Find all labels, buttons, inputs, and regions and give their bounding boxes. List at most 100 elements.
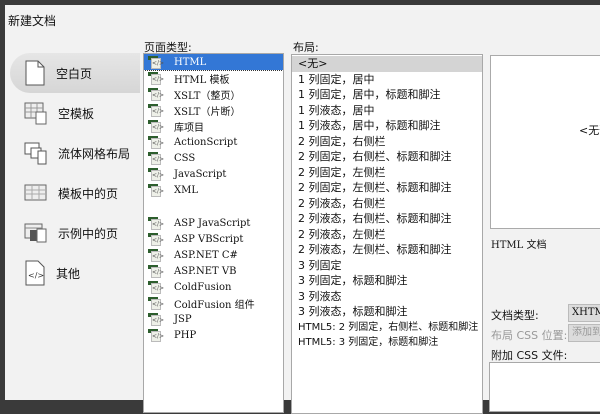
template-page-icon: [24, 184, 47, 201]
page-type-item[interactable]: </> XSLT（片断）: [144, 102, 283, 118]
document-type-icon: </>: [148, 312, 164, 326]
preview-text: <无预览>: [579, 124, 600, 137]
layout-item[interactable]: 2 列液态，左侧栏、标题和脚注: [292, 242, 482, 258]
page-type-item[interactable]: </> ColdFusion 组件: [144, 295, 283, 311]
page-type-item[interactable]: </> CSS: [144, 150, 283, 166]
page-type-label: XSLT（片断）: [174, 106, 241, 118]
page-type-label: HTML: [174, 56, 207, 68]
page-type-item[interactable]: </> XSLT（整页）: [144, 86, 283, 102]
page-type-label: ASP VBScript: [174, 233, 244, 245]
document-type-icon: </>: [148, 183, 164, 197]
category-label: 示例中的页: [58, 226, 119, 241]
page-type-label: JSP: [174, 313, 192, 325]
layout-item[interactable]: 3 列固定，标题和脚注: [292, 273, 482, 289]
page-type-item[interactable]: </> ASP JavaScript: [144, 215, 283, 231]
page-type-label: ASP JavaScript: [174, 217, 251, 229]
page-type-label: XSLT（整页）: [174, 90, 241, 102]
blank-page-icon: [25, 60, 45, 86]
document-type-icon: </>: [148, 264, 164, 278]
layout-item[interactable]: HTML5: 3 列固定，标题和脚注: [292, 335, 482, 351]
page-type-label: ColdFusion: [174, 281, 232, 293]
category-template-page[interactable]: 模板中的页: [10, 173, 140, 213]
layout-item[interactable]: 3 列液态，标题和脚注: [292, 304, 482, 320]
attach-css-list[interactable]: [489, 362, 600, 412]
layout-item[interactable]: 2 列液态，左侧栏: [292, 227, 482, 243]
page-type-label: PHP: [174, 329, 197, 341]
page-type-item[interactable]: </> HTML: [144, 54, 283, 71]
blank-template-icon: [24, 102, 47, 125]
category-label: 模板中的页: [58, 186, 119, 201]
category-sample-page[interactable]: 示例中的页: [10, 213, 140, 253]
document-type-icon: </>: [148, 296, 164, 310]
layout-item[interactable]: 2 列固定，左侧栏: [292, 165, 482, 181]
layout-item[interactable]: 1 列液态，居中，标题和脚注: [292, 118, 482, 134]
document-type-icon: </>: [148, 328, 164, 342]
layout-item[interactable]: 3 列固定: [292, 258, 482, 274]
code-file-icon: </>: [25, 260, 45, 286]
document-type-icon: </>: [148, 216, 164, 230]
category-fluid-grid[interactable]: 流体网格布局: [10, 133, 140, 173]
layout-item[interactable]: 2 列固定，左侧栏、标题和脚注: [292, 180, 482, 196]
dialog-title: 新建文档: [8, 14, 57, 28]
document-type-icon: </>: [148, 151, 164, 165]
page-type-label: XML: [174, 184, 198, 196]
doctype-select[interactable]: XHTML 1.0 Transitional: [568, 304, 600, 322]
layout-item[interactable]: 2 列固定，右侧栏、标题和脚注: [292, 149, 482, 165]
page-type-item[interactable]: </> ColdFusion: [144, 279, 283, 295]
attach-css-label: 附加 CSS 文件:: [491, 349, 568, 362]
sample-page-icon: [24, 223, 47, 243]
document-type-icon: </>: [148, 167, 164, 181]
layout-label: 布局:: [293, 41, 319, 54]
layout-list[interactable]: <无> 1 列固定，居中 1 列固定，居中，标题和脚注 1 列液态，居中 1 列液态，居…: [291, 54, 483, 414]
page-type-label: HTML 模板: [174, 74, 230, 86]
page-type-label: ASP.NET C#: [174, 249, 238, 261]
category-blank-page[interactable]: 空白页: [10, 53, 140, 93]
layout-item[interactable]: 1 列液态，居中: [292, 103, 482, 119]
page-type-label: ActionScript: [174, 136, 238, 148]
document-type-icon: </>: [148, 135, 164, 149]
page-type-item[interactable]: </> JavaScript: [144, 166, 283, 182]
category-label: 空白页: [56, 66, 93, 81]
new-document-dialog: 新建文档 空白页 空模板 流体网格布局 模板中的页 示例中的页 </> 其他 页…: [5, 5, 600, 414]
preview-pane: <无预览>: [490, 55, 600, 229]
page-type-item[interactable]: </> 库项目: [144, 118, 283, 134]
document-type-icon: </>: [148, 119, 164, 133]
layout-item[interactable]: 2 列固定，右侧栏: [292, 134, 482, 150]
page-type-label: ColdFusion 组件: [174, 299, 255, 311]
document-type-icon: </>: [148, 280, 164, 294]
category-label: 流体网格布局: [58, 146, 131, 161]
layout-item[interactable]: HTML5: 2 列固定，右侧栏、标题和脚注: [292, 320, 482, 336]
document-type-icon: </>: [148, 103, 164, 117]
document-type-icon: </>: [148, 248, 164, 262]
layout-item[interactable]: 2 列液态，右侧栏: [292, 196, 482, 212]
page-type-item[interactable]: </> ASP.NET C#: [144, 247, 283, 263]
document-type-icon: </>: [148, 232, 164, 246]
layout-item[interactable]: 1 列固定，居中，标题和脚注: [292, 87, 482, 103]
page-type-item[interactable]: </> XML: [144, 182, 283, 198]
page-type-label: ASP.NET VB: [174, 265, 237, 277]
category-blank-template[interactable]: 空模板: [10, 93, 140, 133]
page-type-label: JavaScript: [174, 168, 227, 180]
list-separator: [144, 198, 283, 215]
page-type-item[interactable]: </> ActionScript: [144, 134, 283, 150]
document-type-icon: </>: [148, 55, 164, 69]
page-type-item[interactable]: </> JSP: [144, 311, 283, 327]
layout-item[interactable]: 2 列液态，右侧栏、标题和脚注: [292, 211, 482, 227]
category-list: 空白页 空模板 流体网格布局 模板中的页 示例中的页 </> 其他: [10, 53, 140, 293]
page-type-list[interactable]: </> HTML </> HTML 模板 </> XSLT（整页） </> XSLT（片断） <…: [143, 53, 284, 413]
page-type-item[interactable]: </> PHP: [144, 327, 283, 343]
category-other[interactable]: </> 其他: [10, 253, 140, 293]
document-type-icon: </>: [148, 71, 164, 85]
document-description: HTML 文档: [491, 240, 547, 251]
page-type-label: 库项目: [174, 122, 204, 134]
page-type-item[interactable]: </> ASP VBScript: [144, 231, 283, 247]
layout-item[interactable]: 3 列液态: [292, 289, 482, 305]
layout-item[interactable]: 1 列固定，居中: [292, 72, 482, 88]
fluid-grid-icon: [24, 142, 47, 165]
page-type-item[interactable]: </> HTML 模板: [144, 70, 283, 86]
css-position-select[interactable]: 添加到文档头: [568, 324, 600, 342]
document-type-icon: </>: [148, 87, 164, 101]
page-type-item[interactable]: </> ASP.NET VB: [144, 263, 283, 279]
layout-item[interactable]: <无>: [292, 56, 482, 72]
css-position-label: 布局 CSS 位置:: [491, 329, 568, 342]
